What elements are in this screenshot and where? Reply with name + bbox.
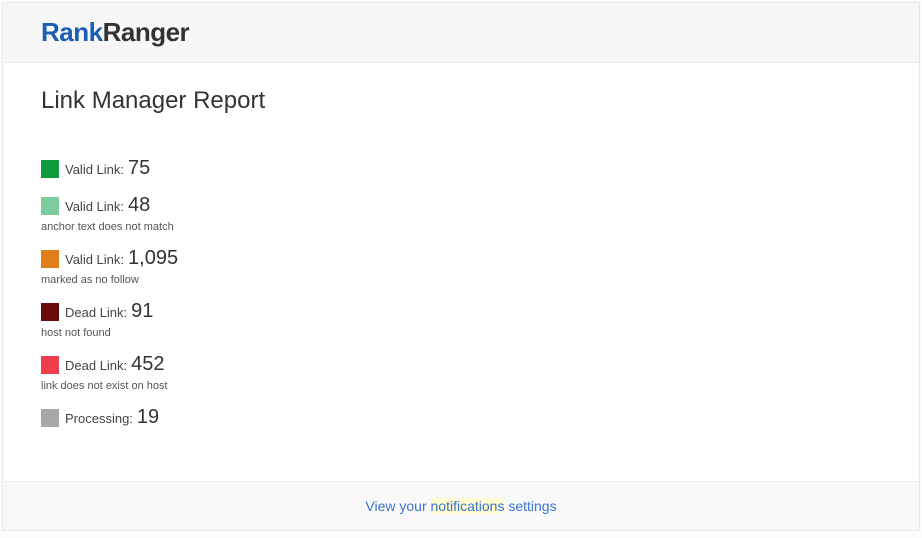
metric-label: Valid Link: [65,247,124,267]
metric-label: Valid Link: [65,157,124,177]
metric-row: Dead Link:91 host not found [41,300,881,339]
footer-highlight: notifications [431,498,505,514]
logo-part1: Rank [41,17,103,47]
footer: View your notifications settings [3,481,919,530]
footer-prefix: View your [365,498,430,514]
metric-label: Dead Link: [65,300,127,320]
metrics-list: Valid Link:75Valid Link:48anchor text do… [41,157,881,429]
metric-value: 91 [131,300,153,323]
metric-row: Dead Link:452 link does not exist on host [41,353,881,392]
metric-value: 48 [128,194,150,217]
metric-value: 19 [137,406,159,429]
color-swatch [41,197,59,215]
footer-suffix: settings [504,498,556,514]
metric-sublabel: anchor text does not match [41,221,881,233]
color-swatch [41,409,59,427]
metric-sublabel: link does not exist on host [41,380,881,392]
metric-label: Processing: [65,406,133,426]
metric-row: Valid Link:48 anchor text does not match [41,194,881,233]
header: RankRanger [3,3,919,63]
metric-value: 452 [131,353,164,376]
color-swatch [41,303,59,321]
metric-sublabel: marked as no follow [41,274,881,286]
metric-label: Dead Link: [65,353,127,373]
notifications-link[interactable]: View your notifications settings [365,498,556,514]
metric-row: Valid Link:1,095 marked as no follow [41,247,881,286]
color-swatch [41,356,59,374]
metric-sublabel: host not found [41,327,881,339]
logo-part2: Ranger [103,17,190,47]
metric-value: 1,095 [128,247,178,270]
content: Link Manager Report Valid Link:75Valid L… [3,63,919,481]
metric-row: Processing:19 [41,406,881,429]
page-title: Link Manager Report [41,87,881,115]
metric-value: 75 [128,157,150,180]
logo: RankRanger [41,17,189,47]
color-swatch [41,250,59,268]
metric-row: Valid Link:75 [41,157,881,180]
metric-label: Valid Link: [65,194,124,214]
color-swatch [41,160,59,178]
